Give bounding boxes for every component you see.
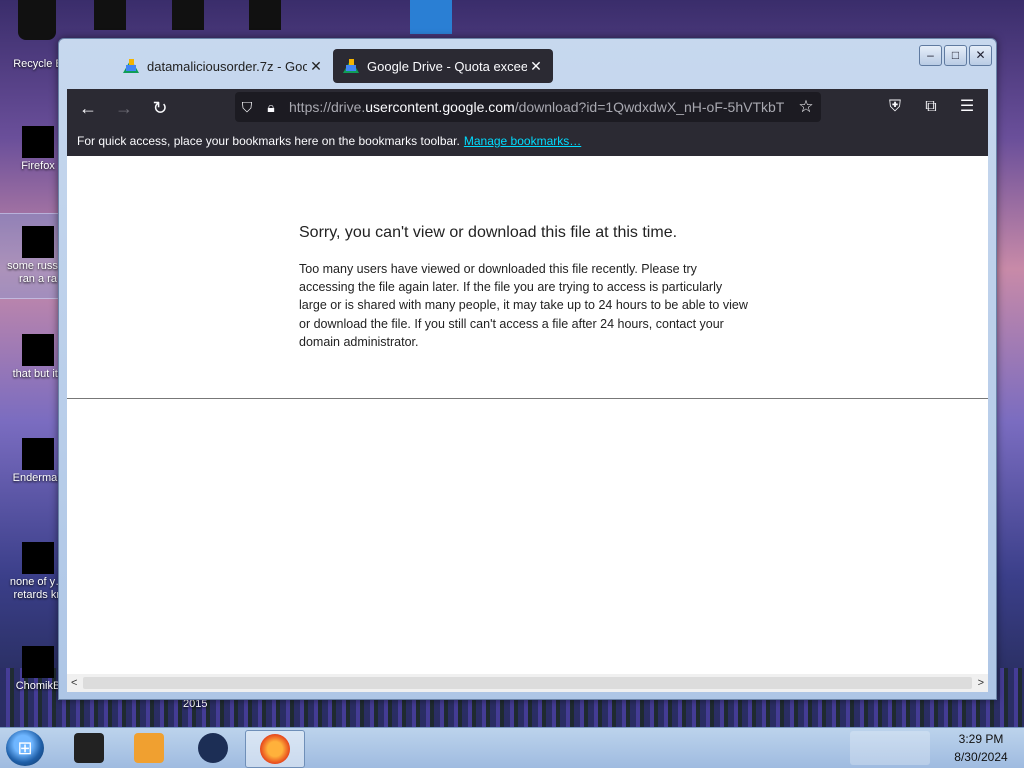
forward-button[interactable]: → xyxy=(109,93,139,123)
back-button[interactable]: ← xyxy=(73,93,103,123)
recycle-bin-icon[interactable] xyxy=(18,0,56,40)
close-icon[interactable]: ✕ xyxy=(527,58,545,75)
minimize-button[interactable]: – xyxy=(919,45,942,66)
shield-icon[interactable]: ⛉ xyxy=(235,99,259,116)
error-body: Too many users have viewed or downloaded… xyxy=(299,262,748,349)
file-icon xyxy=(22,646,54,678)
url-path: /download?id=1QwdxdwX_nH-oF-5hVTkbT xyxy=(514,99,785,115)
toolbar-right: ⛨ ⧉ ☰ xyxy=(874,92,982,122)
taskbar: ⊞ 3:29 PM 8/30/2024 xyxy=(0,727,1024,768)
app-icon xyxy=(198,733,228,763)
file-icon xyxy=(22,226,54,258)
url-domain: usercontent.google.com xyxy=(365,99,515,115)
tab-strip: datamaliciousorder.7z - Google ✕ Google … xyxy=(67,47,886,87)
file-icon xyxy=(22,542,54,574)
url-text[interactable]: https://drive.usercontent.google.com/dow… xyxy=(289,99,791,115)
manage-bookmarks-link[interactable]: Manage bookmarks… xyxy=(464,134,581,148)
pocket-icon[interactable]: ⛨ xyxy=(880,92,910,122)
desktop-icon-label: Enderman xyxy=(12,472,64,484)
nav-toolbar: ← → ↻ ⛉ 🔒︎ https://drive.usercontent.goo… xyxy=(67,89,988,126)
desktop-icon-label: that but its xyxy=(12,368,64,380)
clock-date: 8/30/2024 xyxy=(954,749,1008,764)
desktop-app-icon-2[interactable] xyxy=(172,0,204,30)
horizontal-scrollbar[interactable]: < > xyxy=(67,674,988,692)
bookmarks-message: For quick access, place your bookmarks h… xyxy=(77,134,460,148)
desktop-icon-label: Firefox xyxy=(21,160,55,172)
system-tray: 3:29 PM 8/30/2024 xyxy=(850,728,1024,768)
firefox-icon xyxy=(260,734,290,764)
maximize-button[interactable]: □ xyxy=(944,45,967,66)
tab-title: Google Drive - Quota exceeded xyxy=(367,58,527,74)
window-controls: – □ ✕ xyxy=(919,45,992,66)
windows-logo-icon: ⊞ xyxy=(17,738,33,758)
browser-window: datamaliciousorder.7z - Google ✕ Google … xyxy=(58,38,997,700)
tray-icons[interactable] xyxy=(850,731,930,765)
scroll-left-arrow[interactable]: < xyxy=(67,677,77,689)
extensions-icon[interactable]: ⧉ xyxy=(916,92,946,122)
url-bar[interactable]: ⛉ 🔒︎ https://drive.usercontent.google.co… xyxy=(235,92,821,122)
desktop-icon-label: ChomikB xyxy=(15,680,61,692)
media-player-icon xyxy=(134,733,164,763)
tab-title: datamaliciousorder.7z - Google xyxy=(147,58,307,74)
clock[interactable]: 3:29 PM 8/30/2024 xyxy=(938,732,1024,765)
close-window-button[interactable]: ✕ xyxy=(969,45,992,66)
menu-icon[interactable]: ☰ xyxy=(952,92,982,122)
taskbar-app-firefox[interactable] xyxy=(245,730,305,768)
google-drive-icon xyxy=(343,58,359,74)
google-drive-icon xyxy=(123,58,139,74)
desktop-app-icon-1[interactable] xyxy=(94,0,126,30)
star-icon[interactable]: ☆ xyxy=(791,97,821,117)
bookmarks-toolbar: For quick access, place your bookmarks h… xyxy=(67,126,988,156)
start-button[interactable]: ⊞ xyxy=(6,730,44,766)
taskbar-app-3[interactable] xyxy=(184,730,242,766)
tab-datamaliciousorder[interactable]: datamaliciousorder.7z - Google ✕ xyxy=(113,49,333,83)
scroll-right-arrow[interactable]: > xyxy=(978,677,988,689)
page-content: Sorry, you can't view or download this f… xyxy=(67,156,988,674)
error-heading: Sorry, you can't view or download this f… xyxy=(299,224,678,241)
desktop-icon-label: Recycle B xyxy=(13,58,63,70)
app-icon xyxy=(74,733,104,763)
lock-icon[interactable]: 🔒︎ xyxy=(259,99,283,116)
desktop-app-icon-4[interactable] xyxy=(410,0,452,34)
scrollbar-thumb[interactable] xyxy=(83,677,972,689)
divider xyxy=(67,398,988,399)
clock-time: 3:29 PM xyxy=(958,731,1004,746)
file-icon xyxy=(22,438,54,470)
taskbar-app-1[interactable] xyxy=(60,730,118,766)
reload-button[interactable]: ↻ xyxy=(145,93,175,123)
close-icon[interactable]: ✕ xyxy=(307,58,325,75)
tab-quota-exceeded[interactable]: Google Drive - Quota exceeded ✕ xyxy=(333,49,553,83)
desktop-app-icon-3[interactable] xyxy=(249,0,281,30)
file-icon xyxy=(22,334,54,366)
url-prefix: https://drive. xyxy=(289,99,366,115)
taskbar-app-media-player[interactable] xyxy=(120,730,178,766)
firefox-icon xyxy=(22,126,54,158)
error-message: Sorry, you can't view or download this f… xyxy=(299,224,749,351)
